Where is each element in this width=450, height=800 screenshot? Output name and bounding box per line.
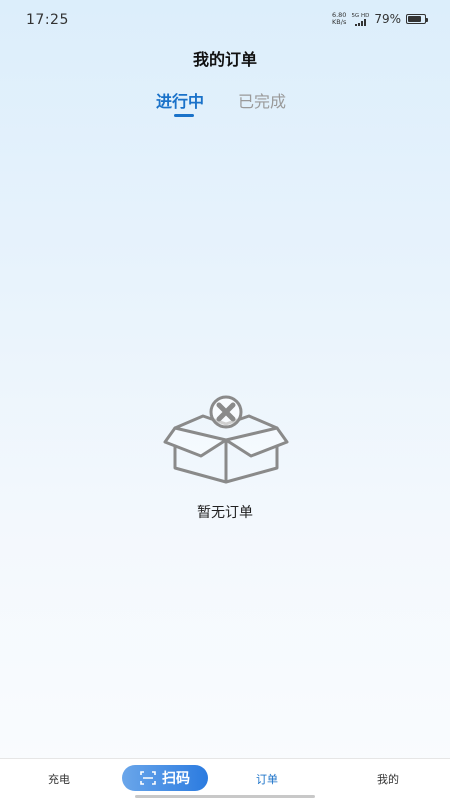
order-tabs: 进行中 已完成 — [0, 88, 450, 124]
status-time: 17:25 — [26, 12, 69, 28]
tab-in-progress-label: 进行中 — [156, 92, 205, 111]
tab-in-progress[interactable]: 进行中 — [156, 88, 205, 117]
empty-box-icon — [163, 395, 289, 484]
scan-button-label: 扫码 — [162, 771, 190, 787]
home-indicator — [135, 795, 315, 798]
bottom-nav: 充电 扫码 订单 我的 — [0, 758, 450, 800]
tab-completed[interactable]: 已完成 — [238, 88, 286, 112]
signal-icon: 5G HD — [351, 13, 369, 26]
tab-completed-label: 已完成 — [238, 92, 287, 111]
battery-fill — [408, 16, 421, 22]
nav-item-charge[interactable]: 充电 — [48, 771, 70, 787]
network-speed: 6.80 KB/s — [332, 12, 346, 26]
scan-icon — [140, 771, 156, 785]
tab-active-indicator — [174, 114, 194, 117]
nav-item-orders[interactable]: 订单 — [256, 771, 278, 787]
scan-button[interactable]: 扫码 — [122, 765, 208, 791]
signal-bars — [354, 18, 366, 26]
net-speed-unit: KB/s — [332, 18, 347, 26]
status-bar: 17:25 6.80 KB/s 5G HD 79% — [0, 0, 450, 40]
status-indicators: 6.80 KB/s 5G HD 79% — [332, 12, 428, 26]
page-title: 我的订单 — [192, 50, 257, 69]
empty-state-text: 暂无订单 — [197, 505, 253, 521]
battery-percent: 79% — [374, 12, 401, 26]
battery-icon — [406, 14, 428, 24]
nav-item-mine[interactable]: 我的 — [377, 771, 399, 787]
